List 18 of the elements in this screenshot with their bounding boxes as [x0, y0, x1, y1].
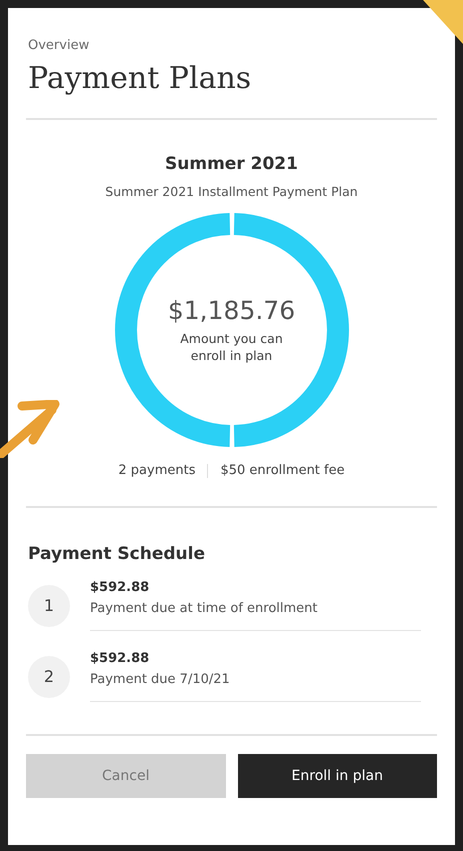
enrollment-fee: $50 enrollment fee — [220, 463, 345, 478]
payment-due: Payment due at time of enrollment — [90, 601, 318, 616]
enroll-button[interactable]: Enroll in plan — [238, 754, 437, 798]
schedule-title: Payment Schedule — [28, 544, 206, 564]
payment-amount: $592.88 — [90, 651, 150, 666]
plan-amount: $1,185.76 — [168, 296, 296, 326]
step-number: 1 — [28, 584, 70, 626]
page-title: Payment Plans — [28, 61, 252, 96]
amount-caption: Amount you can enroll in plan — [179, 331, 284, 364]
plan-term: Summer 2021 — [165, 154, 298, 174]
step-number: 2 — [28, 656, 70, 698]
plan-name: Summer 2021 Installment Payment Plan — [105, 184, 358, 199]
payment-due: Payment due 7/10/21 — [90, 672, 231, 687]
payment-count: 2 payments — [118, 463, 196, 478]
corner-marker-drawing — [423, 0, 463, 44]
overview-label: Overview — [28, 38, 90, 53]
arrow-drawing — [0, 400, 62, 458]
payment-amount: $592.88 — [90, 580, 150, 595]
